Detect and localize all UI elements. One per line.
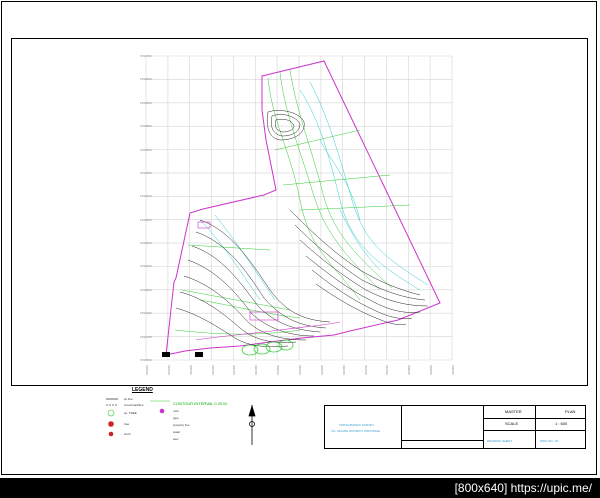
- drawing-number: DWG NO. 1/1: [540, 439, 559, 443]
- grid-label-x: 649850: [429, 364, 434, 375]
- grid-label-x: 649900: [451, 364, 455, 375]
- drawing-label: DRAWING SHEET: [487, 439, 513, 443]
- grid-label-x: 649500: [276, 364, 281, 375]
- legend-item: rock: [173, 409, 179, 413]
- legend-item: water: [173, 430, 181, 434]
- grid-label-x: 649400: [232, 364, 237, 375]
- grid-label-y: 1590300: [140, 241, 152, 246]
- grid-label-y: 1590450: [140, 170, 152, 175]
- grid-label-y: 1590250: [140, 264, 152, 269]
- grid-label-x: 649350: [210, 364, 215, 375]
- north-arrow-icon: [248, 404, 256, 445]
- scale-label: SCALE: [505, 421, 519, 426]
- sheet-title: MASTER: [505, 409, 522, 414]
- grid-label-x: 649700: [363, 364, 368, 375]
- grid-label-x: 649600: [319, 364, 324, 375]
- tb-divider: [402, 440, 483, 441]
- legend-item: sp.line: [124, 397, 133, 401]
- title-block: TOPOGRAPHIC SURVEY VIL. MUANG DISTRICT, …: [324, 405, 586, 449]
- building-icon: [162, 352, 203, 357]
- watermark-text: [800x640] https://upic.me/: [454, 481, 592, 495]
- grid-label-x: 649800: [407, 364, 412, 375]
- grid-label-y: 1590050: [140, 358, 152, 362]
- grid-label-x: 649300: [188, 364, 193, 375]
- grid-label-y: 1590200: [140, 287, 152, 292]
- tb-divider: [535, 406, 536, 448]
- tb-divider: [483, 406, 484, 448]
- tb-divider: [401, 406, 402, 448]
- legend-item: bush: [124, 432, 131, 436]
- grid-label-x: 649250: [166, 364, 171, 375]
- project-location: VIL. MUANG DISTRICT, PROVINCE: [331, 429, 381, 433]
- sheet-title-2: PLAN: [565, 409, 576, 414]
- grid-label-x: 649550: [298, 364, 302, 375]
- contours-dark: [175, 110, 429, 347]
- legend-item: cross/road/line: [124, 403, 144, 407]
- grid-label-y: 1590350: [140, 217, 152, 222]
- drawing-sheet: 1590050 1590100 1590150 1590200 1590250 15903…: [0, 0, 600, 478]
- grid-label-y: 1590500: [140, 147, 152, 152]
- grid-label-y: 1590150: [140, 311, 152, 316]
- project-title: TOPOGRAPHIC SURVEY: [339, 423, 375, 427]
- legend-item: tree: [124, 422, 130, 426]
- grid-label-y: 1590700: [140, 54, 152, 58]
- grid-label-y: 1590600: [140, 100, 152, 105]
- contours-green: [174, 69, 411, 335]
- grid-label-y: 1590100: [140, 334, 152, 339]
- coordinate-grid: [145, 55, 453, 361]
- grid-label-x: 649650: [341, 364, 346, 375]
- legend-item: elec: [173, 437, 179, 441]
- legend-title: LEGEND: [132, 387, 153, 393]
- scale-value: 1 : 600: [555, 421, 568, 426]
- legend-item: property line: [173, 423, 190, 427]
- contour-interval-note: CONTOUR INTERVAL 0.20 M.: [173, 401, 228, 406]
- grid-label-x: 649750: [385, 364, 390, 375]
- grid-label-y: 1590400: [140, 194, 152, 199]
- contours-cyan: [199, 81, 429, 301]
- grid-label-x: 649200: [145, 364, 149, 375]
- grid-label-x: 649450: [254, 364, 259, 375]
- grid-label-y: 1590650: [140, 77, 152, 82]
- legend-item: pipe: [173, 416, 179, 420]
- legend-item: sp. TREE: [124, 411, 137, 415]
- grid-label-y: 1590550: [140, 124, 152, 129]
